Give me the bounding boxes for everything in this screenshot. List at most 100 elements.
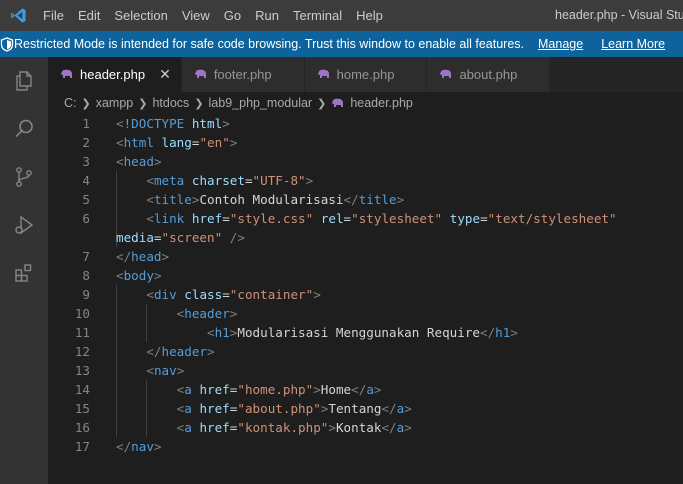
code-line[interactable]: 10 <header>: [48, 304, 683, 323]
close-icon[interactable]: ✕: [159, 66, 171, 83]
code-text: <!DOCTYPE html>: [116, 114, 230, 133]
code-token: >: [373, 382, 382, 397]
code-line[interactable]: 15 <a href="about.php">Tentang</a>: [48, 399, 683, 418]
line-number: 17: [74, 439, 90, 454]
code-token: "en": [199, 135, 230, 150]
line-number: 10: [74, 306, 90, 321]
code-token: </: [343, 192, 359, 207]
code-text: <link href="style.css" rel="stylesheet" …: [116, 209, 616, 228]
code-token: </: [146, 344, 162, 359]
code-line[interactable]: 16 <a href="kontak.php">Kontak</a>: [48, 418, 683, 437]
tab-label: home.php: [336, 67, 395, 82]
code-text: <meta charset="UTF-8">: [116, 171, 313, 190]
code-token: >: [222, 116, 230, 131]
code-text: <title>Contoh Modularisasi</title>: [116, 190, 404, 209]
code-token: </: [381, 420, 397, 435]
tab-about-php[interactable]: about.php: [427, 57, 551, 92]
breadcrumb-item[interactable]: lab9_php_modular: [209, 96, 313, 110]
code-token: =: [244, 173, 253, 188]
code-text: <header>: [116, 304, 238, 323]
code-token: >: [229, 135, 238, 150]
code-line[interactable]: 6 <link href="style.css" rel="stylesheet…: [48, 209, 683, 228]
code-token: >: [176, 363, 185, 378]
tab-label: footer.php: [213, 67, 272, 82]
breadcrumb-item[interactable]: xampp: [96, 96, 134, 110]
code-text: </nav>: [116, 437, 162, 456]
code-line[interactable]: 5 <title>Contoh Modularisasi</title>: [48, 190, 683, 209]
code-token: </: [116, 249, 132, 264]
code-token: >: [328, 420, 336, 435]
code-line[interactable]: 7 </head>: [48, 247, 683, 266]
code-line[interactable]: 17 </nav>: [48, 437, 683, 456]
menu-edit[interactable]: Edit: [71, 0, 107, 31]
code-token: href: [199, 401, 230, 416]
tab-header-php[interactable]: header.php ✕: [48, 57, 182, 92]
code-token: =: [222, 211, 230, 226]
vscode-logo-icon[interactable]: [0, 0, 36, 31]
code-token: html: [191, 116, 223, 131]
tab-home-php[interactable]: home.php: [304, 57, 428, 92]
code-token: >: [153, 268, 162, 283]
code-text: <nav>: [116, 361, 184, 380]
code-token: div: [153, 287, 185, 302]
extensions-icon[interactable]: [0, 249, 48, 297]
menu-terminal[interactable]: Terminal: [286, 0, 349, 31]
line-number: 13: [74, 363, 90, 378]
code-text: <h1>Modularisasi Menggunakan Require</h1…: [116, 323, 518, 342]
code-text: </header>: [116, 342, 214, 361]
code-line[interactable]: 12 </header>: [48, 342, 683, 361]
code-token: </: [480, 325, 496, 340]
menu-file[interactable]: File: [36, 0, 71, 31]
code-text: <a href="about.php">Tentang</a>: [116, 399, 412, 418]
code-token: <: [116, 116, 124, 131]
menu-selection[interactable]: Selection: [107, 0, 174, 31]
code-line[interactable]: 2 <html lang="en">: [48, 133, 683, 152]
banner-message: Restricted Mode is intended for safe cod…: [14, 37, 524, 51]
menu-go[interactable]: Go: [217, 0, 248, 31]
code-text: <head>: [116, 152, 162, 171]
explorer-icon[interactable]: [0, 57, 48, 105]
code-token: >: [305, 173, 314, 188]
code-token: link: [153, 211, 192, 226]
source-control-icon[interactable]: [0, 153, 48, 201]
code-line[interactable]: 8 <body>: [48, 266, 683, 285]
code-token: >: [404, 420, 412, 435]
run-debug-icon[interactable]: [0, 201, 48, 249]
menu-run[interactable]: Run: [248, 0, 286, 31]
code-line[interactable]: 3 <head>: [48, 152, 683, 171]
code-token: =: [480, 211, 488, 226]
title-bar: File Edit Selection View Go Run Terminal…: [0, 0, 683, 31]
code-token: =: [343, 211, 352, 226]
code-editor[interactable]: 1 <!DOCTYPE html> 2 <html lang="en"> 3 <head>…: [48, 114, 683, 484]
code-line[interactable]: media="screen" />: [48, 228, 683, 247]
code-token: "home.php": [237, 382, 314, 397]
code-line[interactable]: 4 <meta charset="UTF-8">: [48, 171, 683, 190]
code-token: <: [146, 192, 154, 207]
code-token: <: [116, 135, 124, 150]
search-icon[interactable]: [0, 105, 48, 153]
code-line[interactable]: 1 <!DOCTYPE html>: [48, 114, 683, 133]
code-line[interactable]: 14 <a href="home.php">Home</a>: [48, 380, 683, 399]
breadcrumb-item[interactable]: C:: [64, 96, 77, 110]
tab-footer-php[interactable]: footer.php: [181, 57, 305, 92]
code-line[interactable]: 9 <div class="container">: [48, 285, 683, 304]
code-token: title: [358, 192, 397, 207]
code-token: body: [123, 268, 154, 283]
code-token: type: [449, 211, 481, 226]
menu-help[interactable]: Help: [349, 0, 390, 31]
breadcrumb-item[interactable]: htdocs: [152, 96, 189, 110]
code-token: <: [207, 325, 215, 340]
menu-view[interactable]: View: [175, 0, 217, 31]
learn-more-link[interactable]: Learn More: [601, 37, 665, 51]
chevron-right-icon: ❯: [138, 97, 148, 110]
code-text: </head>: [116, 247, 169, 266]
code-token: "UTF-8": [252, 173, 306, 188]
breadcrumb-item[interactable]: header.php: [350, 96, 413, 110]
code-line[interactable]: 13 <nav>: [48, 361, 683, 380]
code-line[interactable]: 11 <h1>Modularisasi Menggunakan Require<…: [48, 323, 683, 342]
manage-link[interactable]: Manage: [538, 37, 583, 51]
line-number: 3: [82, 154, 90, 169]
